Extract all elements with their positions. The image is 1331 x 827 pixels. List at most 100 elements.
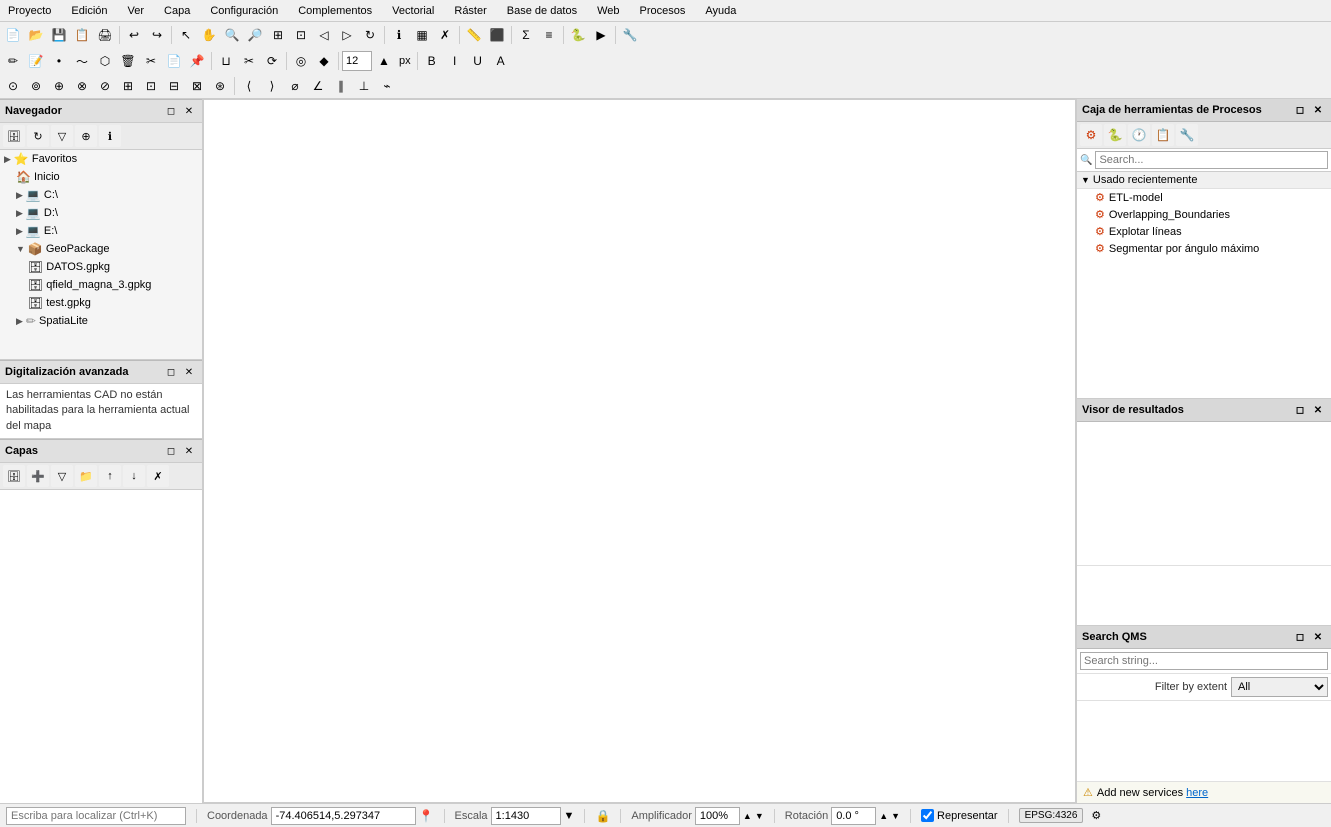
zoom-full-btn[interactable]: ⊡ [290,24,312,46]
layers-filter-btn[interactable]: ▽ [51,465,73,487]
node-btn[interactable]: ◆ [313,50,335,72]
cut-btn[interactable]: ✂ [140,50,162,72]
snap6[interactable]: ⊞ [117,75,139,97]
epsg-badge[interactable]: EPSG:4326 [1019,808,1084,823]
menu-edicion[interactable]: Edición [67,4,111,18]
layers-close-btn[interactable]: ✕ [181,443,197,459]
python-btn[interactable]: 🐍 [567,24,589,46]
menu-web[interactable]: Web [593,4,623,18]
add-point-btn[interactable]: • [48,50,70,72]
layers-float-btn[interactable]: ◻ [163,443,179,459]
construct3[interactable]: ⌀ [284,75,306,97]
save-project-btn[interactable]: 💾 [48,24,70,46]
navigator-float-btn[interactable]: ◻ [163,103,179,119]
process-explotar[interactable]: ⚙ Explotar líneas [1077,223,1331,240]
construct2[interactable]: ⟩ [261,75,283,97]
zoom-out-btn[interactable]: 🔎 [244,24,266,46]
reshape-btn[interactable]: ⟳ [261,50,283,72]
construct6[interactable]: ⊥ [353,75,375,97]
snap-btn[interactable]: ◎ [290,50,312,72]
menu-vectorial[interactable]: Vectorial [388,4,438,18]
layers-remove-btn[interactable]: ✗ [147,465,169,487]
copy-btn[interactable]: 📄 [163,50,185,72]
menu-configuracion[interactable]: Configuración [206,4,282,18]
process-settings-btn[interactable]: 🔧 [1176,124,1198,146]
font-size-input[interactable] [342,51,372,71]
layers-add-btn[interactable]: 🗄 [3,465,25,487]
process-float-btn[interactable]: ◻ [1292,102,1308,118]
menu-base-datos[interactable]: Base de datos [503,4,581,18]
measure-btn[interactable]: 📏 [463,24,485,46]
deselect-btn[interactable]: ✗ [434,24,456,46]
tree-favorites[interactable]: ▶ ⭐ Favoritos [0,150,202,168]
nav-refresh-btn[interactable]: ↻ [27,125,49,147]
merge-btn[interactable]: ⊔ [215,50,237,72]
python2-btn[interactable]: ▶ [590,24,612,46]
tree-c-drive[interactable]: ▶ 💻 C:\ [0,186,202,204]
qms-search-input[interactable] [1080,652,1328,670]
snap4[interactable]: ⊗ [71,75,93,97]
pan-tool-btn[interactable]: ✋ [198,24,220,46]
snap10[interactable]: ⊛ [209,75,231,97]
process-python-btn[interactable]: 🐍 [1104,124,1126,146]
snap7[interactable]: ⊡ [140,75,162,97]
nav-info-btn[interactable]: ℹ [99,125,121,147]
menu-raster[interactable]: Ráster [450,4,490,18]
menu-procesos[interactable]: Procesos [636,4,690,18]
tree-geopackage[interactable]: ▼ 📦 GeoPackage [0,240,202,258]
snap9[interactable]: ⊠ [186,75,208,97]
zoom-layer-btn[interactable]: ⊞ [267,24,289,46]
menu-capa[interactable]: Capa [160,4,194,18]
navigator-close-btn[interactable]: ✕ [181,103,197,119]
process-close-btn[interactable]: ✕ [1310,102,1326,118]
construct1[interactable]: ⟨ [238,75,260,97]
measure-area-btn[interactable]: ⬛ [486,24,508,46]
select-tool-btn[interactable]: ↖ [175,24,197,46]
amp-up-btn[interactable]: ▲ [743,811,752,821]
zoom-next-btn[interactable]: ▷ [336,24,358,46]
qms-filter-select[interactable]: All Current extent Custom extent [1231,677,1328,697]
field-calc-btn[interactable]: Σ [515,24,537,46]
tree-qfield-gpkg[interactable]: 🗄 qfield_magna_3.gpkg [0,276,202,294]
escala-input[interactable] [491,807,561,825]
coordenada-input[interactable] [271,807,416,825]
construct5[interactable]: ∥ [330,75,352,97]
representar-checkbox[interactable] [921,809,934,822]
results-float-btn[interactable]: ◻ [1292,402,1308,418]
nav-add-layer-btn[interactable]: 🗄 [3,125,25,147]
add-polygon-btn[interactable]: ⬡ [94,50,116,72]
layers-add2-btn[interactable]: ➕ [27,465,49,487]
amp-down-btn[interactable]: ▼ [755,811,764,821]
menu-ayuda[interactable]: Ayuda [701,4,740,18]
process-segmentar[interactable]: ⚙ Segmentar por ángulo máximo [1077,240,1331,257]
scale-dropdown-icon[interactable]: ▼ [564,810,575,822]
process-overlapping[interactable]: ⚙ Overlapping_Boundaries [1077,206,1331,223]
lock-icon[interactable]: 🔒 [595,809,610,823]
layers-movedown-btn[interactable]: ↓ [123,465,145,487]
process-recently-section[interactable]: ▼ Usado recientemente [1077,172,1331,189]
statusbar-search-input[interactable] [6,807,186,825]
debug-btn[interactable]: 🔧 [619,24,641,46]
stat-btn[interactable]: ≡ [538,24,560,46]
print-btn[interactable]: 🖨 [94,24,116,46]
results-close-btn[interactable]: ✕ [1310,402,1326,418]
add-line-btn[interactable]: 〜 [71,50,93,72]
select-features-btn[interactable]: ▦ [411,24,433,46]
qms-float-btn[interactable]: ◻ [1292,629,1308,645]
font-size-up[interactable]: ▲ [373,50,395,72]
digitization-close-btn[interactable]: ✕ [181,364,197,380]
rot-input[interactable] [831,807,876,825]
tree-spatialite[interactable]: ▶ ✏ SpatiaLite [0,312,202,330]
nav-filter-btn[interactable]: ▽ [51,125,73,147]
menu-ver[interactable]: Ver [124,4,149,18]
rot-down-btn[interactable]: ▼ [891,811,900,821]
identify-btn[interactable]: ℹ [388,24,410,46]
open-project-btn[interactable]: 📂 [25,24,47,46]
text-underline[interactable]: U [467,50,489,72]
process-results-btn[interactable]: 📋 [1152,124,1174,146]
process-search-input[interactable] [1095,151,1328,169]
snap8[interactable]: ⊟ [163,75,185,97]
layers-moveup-btn[interactable]: ↑ [99,465,121,487]
digitize-btn[interactable]: ✏ [2,50,24,72]
snap3[interactable]: ⊕ [48,75,70,97]
